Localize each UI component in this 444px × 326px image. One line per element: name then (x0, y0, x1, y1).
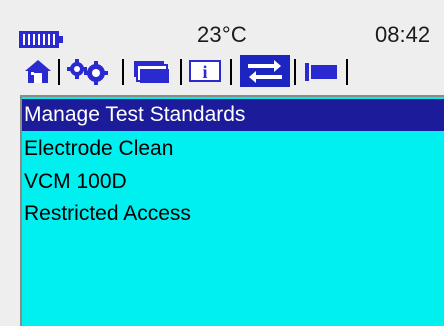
tab-separator (58, 59, 60, 85)
tab-separator (230, 59, 232, 85)
tab-bar: i (20, 55, 444, 91)
tab-separator (180, 59, 182, 85)
menu-item-restricted-access[interactable]: Restricted Access (22, 198, 444, 230)
tab-info[interactable]: i (184, 55, 226, 87)
gears-icon (67, 59, 108, 85)
info-icon: i (189, 60, 221, 82)
home-icon (25, 60, 51, 83)
device-display: 23°C 08:42 i Manage Test Standards Elect… (0, 0, 444, 326)
flag-icon (305, 63, 337, 81)
tab-separator (346, 59, 348, 85)
tab-flag[interactable] (298, 55, 344, 87)
menu-item-manage-test-standards[interactable]: Manage Test Standards (22, 99, 444, 131)
tab-separator (122, 59, 124, 85)
temperature-readout: 23°C (197, 22, 247, 47)
folders-icon (134, 61, 169, 83)
menu-item-vcm-100d[interactable]: VCM 100D (22, 166, 444, 198)
menu-screen: Manage Test Standards Electrode Clean VC… (20, 95, 444, 326)
tab-files[interactable] (126, 55, 176, 87)
battery-icon (19, 31, 63, 48)
clock-readout: 08:42 (375, 22, 431, 47)
tab-home[interactable] (20, 55, 56, 87)
status-bar: 23°C 08:42 (0, 0, 444, 58)
svg-text:i: i (202, 62, 207, 82)
tab-transfer[interactable] (240, 55, 290, 87)
tab-settings[interactable] (62, 55, 118, 87)
menu-item-electrode-clean[interactable]: Electrode Clean (22, 133, 444, 165)
tab-separator (294, 59, 296, 85)
transfer-icon (248, 60, 282, 83)
